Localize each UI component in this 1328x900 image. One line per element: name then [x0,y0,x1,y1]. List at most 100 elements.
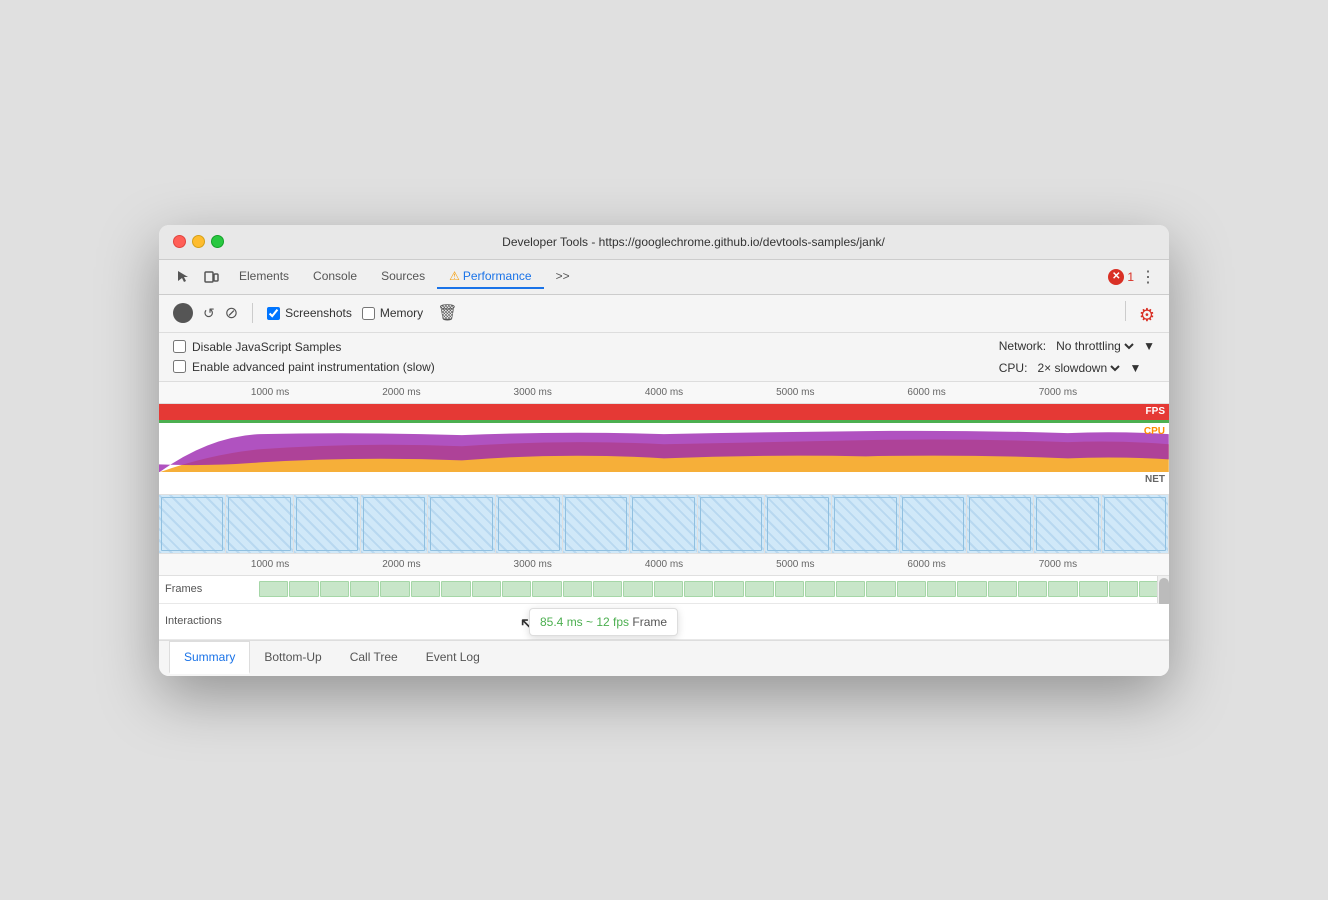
devtools-toolbar: Elements Console Sources ⚠Performance >>… [159,260,1169,295]
network-dropdown-icon: ▼ [1143,339,1155,353]
memory-checkbox[interactable] [362,307,375,320]
time-ruler2: 1000 ms 2000 ms 3000 ms 4000 ms 5000 ms … [159,554,1169,576]
tab-call-tree[interactable]: Call Tree [336,642,412,674]
frame-18 [775,581,804,597]
screenshots-label: Screenshots [285,306,352,320]
close-button[interactable] [173,235,186,248]
device-toolbar-icon[interactable] [199,265,223,289]
inspect-icon[interactable] [171,265,195,289]
error-badge[interactable]: ✕ 1 [1108,269,1134,285]
frame-23 [927,581,956,597]
frame-28 [1079,581,1108,597]
record-button[interactable] [173,303,193,323]
network-select[interactable]: No throttling [1052,338,1137,354]
cpu-label: CPU: [999,361,1028,375]
screenshot-14[interactable] [1034,495,1101,553]
tab-sources[interactable]: Sources [369,265,437,289]
tab-summary[interactable]: Summary [169,641,250,674]
memory-toggle[interactable]: Memory [362,306,423,320]
chart-area: FPS CPU NET [159,404,1169,494]
memory-label: Memory [380,306,423,320]
frame-21 [866,581,895,597]
screenshot-1[interactable] [159,495,226,553]
cpu-svg [159,424,1169,472]
tooltip-fps-text: 85.4 ms ~ 12 fps [540,615,629,629]
cpu-chart-area: CPU [159,424,1169,472]
frame-14 [654,581,683,597]
timeline-scroll-area[interactable]: 1000 ms 2000 ms 3000 ms 4000 ms 5000 ms … [159,382,1169,640]
screenshots-toggle[interactable]: Screenshots [267,306,352,320]
time2-5000: 5000 ms [776,559,814,570]
interactions-label: Interactions [159,615,259,627]
net-area: NET [159,472,1169,494]
tooltip-frame-label: Frame [632,615,667,629]
screenshot-8[interactable] [630,495,697,553]
error-icon: ✕ [1108,269,1124,285]
option-left: Disable JavaScript Samples Enable advanc… [173,340,435,374]
time-1000: 1000 ms [251,387,289,398]
tab-more[interactable]: >> [544,265,582,289]
reload-button[interactable]: ↺ [203,305,215,322]
time2-6000: 6000 ms [907,559,945,570]
separator2 [1125,301,1126,321]
green-line [159,420,1169,423]
tab-performance[interactable]: ⚠Performance [437,265,543,289]
settings-button[interactable]: ⚙ [1139,305,1155,325]
screenshot-9[interactable] [698,495,765,553]
delete-button[interactable]: 🗑 [437,303,457,323]
screenshot-11[interactable] [832,495,899,553]
clear-button[interactable]: ⊘ [225,303,238,323]
time2-2000: 2000 ms [382,559,420,570]
screenshot-3[interactable] [294,495,361,553]
options-bar: Disable JavaScript Samples Enable advanc… [159,333,1169,382]
time-3000: 3000 ms [514,387,552,398]
interactions-row: Interactions ↖ 85.4 ms ~ 12 fps Frame [159,604,1169,640]
screenshot-4[interactable] [361,495,428,553]
screenshot-15[interactable] [1102,495,1169,553]
time2-3000: 3000 ms [514,559,552,570]
ctrl-right: ⚙ [1121,301,1155,326]
frame-22 [897,581,926,597]
screenshot-12[interactable] [900,495,967,553]
frame-5 [380,581,409,597]
frame-27 [1048,581,1077,597]
screenshot-10[interactable] [765,495,832,553]
tab-elements[interactable]: Elements [227,265,301,289]
maximize-button[interactable] [211,235,224,248]
tab-console[interactable]: Console [301,265,369,289]
more-options-icon[interactable]: ⋮ [1140,267,1157,287]
time-5000: 5000 ms [776,387,814,398]
cpu-row: CPU: 2× slowdown ▼ [999,360,1155,376]
disable-js-label: Disable JavaScript Samples [192,340,341,354]
frame-13 [623,581,652,597]
cpu-select[interactable]: 2× slowdown [1033,360,1123,376]
cpu-dropdown-icon: ▼ [1129,361,1141,375]
time-6000: 6000 ms [907,387,945,398]
disable-js-row: Disable JavaScript Samples [173,340,435,354]
tab-bottom-up[interactable]: Bottom-Up [250,642,335,674]
tab-event-log[interactable]: Event Log [412,642,494,674]
devtools-window: Developer Tools - https://googlechrome.g… [159,225,1169,676]
screenshot-13[interactable] [967,495,1034,553]
screenshots-checkbox[interactable] [267,307,280,320]
frame-15 [684,581,713,597]
screenshot-5[interactable] [428,495,495,553]
adv-paint-checkbox[interactable] [173,360,186,373]
frame-8 [472,581,501,597]
screenshot-2[interactable] [226,495,293,553]
screenshot-strip [159,495,1169,553]
net-label: NET [1145,474,1165,485]
screenshot-6[interactable] [496,495,563,553]
frame-29 [1109,581,1138,597]
scrollbar-v[interactable] [1157,576,1169,603]
disable-js-checkbox[interactable] [173,340,186,353]
separator [252,303,253,323]
frame-4 [350,581,379,597]
frame-tooltip: 85.4 ms ~ 12 fps Frame [529,608,678,636]
screenshot-7[interactable] [563,495,630,553]
warn-icon: ⚠ [449,269,460,283]
fps-label: FPS [1146,406,1165,417]
frame-25 [988,581,1017,597]
minimize-button[interactable] [192,235,205,248]
traffic-lights [173,235,224,248]
